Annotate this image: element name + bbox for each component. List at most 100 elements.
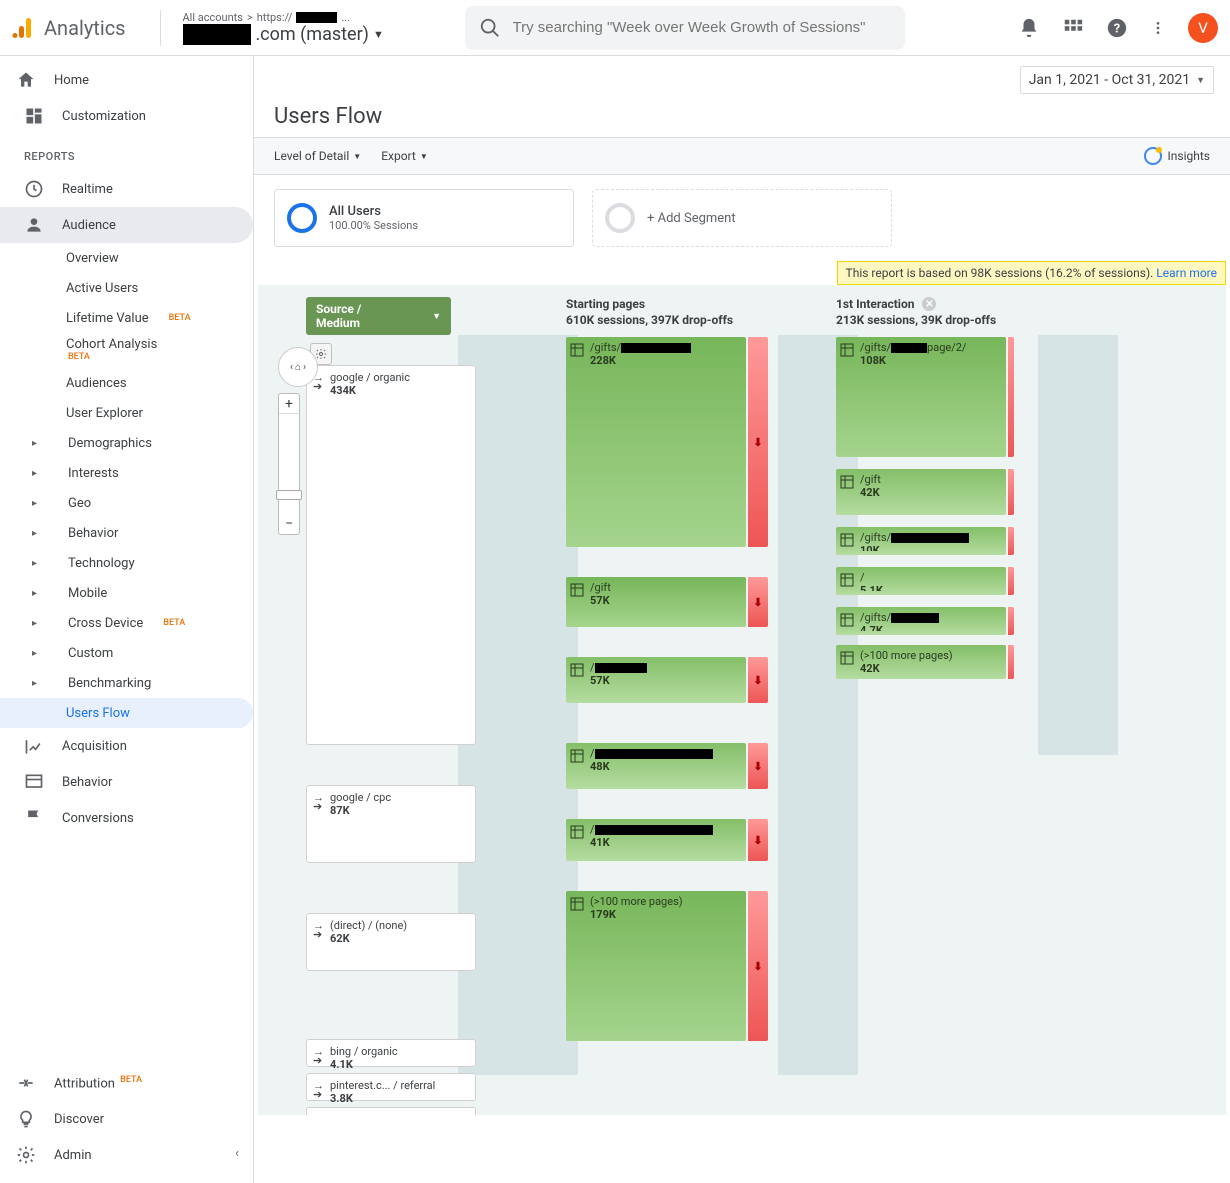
nav-admin[interactable]: Admin: [0, 1137, 253, 1173]
source-node[interactable]: →➔ (direct) / (none)62K: [306, 913, 476, 971]
page-icon: [570, 747, 584, 785]
chevron-down-icon: ▼: [432, 311, 441, 322]
toolbar: Level of Detail▼ Export▼ Insights: [254, 137, 1230, 175]
source-node[interactable]: →➔ bing / organic4.1K: [306, 1039, 476, 1067]
page-icon: [840, 341, 854, 453]
nav-behavior[interactable]: ▸ Behavior: [0, 764, 253, 800]
redacted-text: [595, 825, 713, 835]
page-node[interactable]: /5.1K: [836, 567, 1006, 595]
page-title: Users Flow: [254, 104, 1230, 137]
page-node[interactable]: (>100 more pages)42K: [836, 645, 1006, 679]
nav-benchmarking[interactable]: ▸Benchmarking: [0, 668, 253, 698]
flow-arrows-icon: →➔: [313, 1113, 324, 1115]
redacted-text: [891, 533, 969, 543]
nav-lifetime-value[interactable]: Lifetime ValueBETA: [0, 303, 253, 333]
page-node[interactable]: /gifts/4.7K: [836, 607, 1006, 635]
reports-section-label: REPORTS: [0, 134, 253, 171]
nav-conversions[interactable]: ▸ Conversions: [0, 800, 253, 836]
dimension-selector[interactable]: Source / Medium ▼: [306, 297, 451, 335]
search-input[interactable]: [513, 19, 891, 36]
page-node[interactable]: /gift42K: [836, 469, 1006, 515]
nav-interests[interactable]: ▸Interests: [0, 458, 253, 488]
page-node[interactable]: /gifts/228K ⬇: [566, 337, 746, 547]
chevron-right-icon: ▸: [32, 618, 42, 629]
nav-overview[interactable]: Overview: [0, 243, 253, 273]
nav-customization[interactable]: ▸ Customization: [0, 98, 253, 134]
nav-geo[interactable]: ▸Geo: [0, 488, 253, 518]
nav-users-flow[interactable]: Users Flow: [0, 698, 253, 728]
source-node[interactable]: →➔ 18K: [306, 1107, 476, 1115]
page-icon: [570, 823, 584, 857]
page-icon: [570, 661, 584, 699]
nav-audiences[interactable]: Audiences: [0, 368, 253, 398]
page-node[interactable]: /57K ⬇: [566, 657, 746, 703]
nav-technology[interactable]: ▸Technology: [0, 548, 253, 578]
segment-all-users[interactable]: All Users 100.00% Sessions: [274, 189, 574, 247]
segment-row: All Users 100.00% Sessions + Add Segment: [254, 175, 1230, 261]
chevron-down-icon: ▼: [420, 152, 428, 161]
nav-cohort[interactable]: Cohort AnalysisBETA: [0, 333, 253, 368]
user-avatar[interactable]: V: [1188, 13, 1218, 43]
nav-behavior-sub[interactable]: ▸Behavior: [0, 518, 253, 548]
chevron-right-icon: ▸: [32, 528, 42, 539]
insights-button[interactable]: Insights: [1144, 147, 1210, 165]
page-node[interactable]: /41K ⬇: [566, 819, 746, 861]
flow-arrows-icon: →➔: [313, 1045, 324, 1065]
nav-cross-device[interactable]: ▸Cross DeviceBETA: [0, 608, 253, 638]
add-segment-button[interactable]: + Add Segment: [592, 189, 892, 247]
learn-more-link[interactable]: Learn more: [1156, 266, 1217, 280]
nav-mobile[interactable]: ▸Mobile: [0, 578, 253, 608]
zoom-out-button[interactable]: −: [279, 514, 299, 534]
home-button[interactable]: ‹⌂›: [278, 347, 318, 387]
column-subtitle: 610K sessions, 397K drop-offs: [566, 313, 746, 327]
nav-audience[interactable]: ▾ Audience: [0, 207, 253, 243]
level-of-detail-dropdown[interactable]: Level of Detail▼: [274, 149, 361, 163]
nav-active-users[interactable]: Active Users: [0, 273, 253, 303]
users-flow-chart[interactable]: ‹⌂› + − Source / Medium ▼: [258, 285, 1226, 1115]
sampling-notice: This report is based on 98K sessions (16…: [837, 261, 1226, 285]
dropoff-indicator: ⬇: [748, 819, 768, 861]
dropoff-indicator: [1008, 607, 1014, 635]
nav-custom[interactable]: ▸Custom: [0, 638, 253, 668]
source-node[interactable]: →➔ pinterest.c... / referral3.8K: [306, 1073, 476, 1101]
page-node[interactable]: (>100 more pages)179K ⬇: [566, 891, 746, 1041]
more-vert-icon[interactable]: [1150, 17, 1166, 39]
page-node[interactable]: /48K ⬇: [566, 743, 746, 789]
collapse-sidebar-icon[interactable]: ‹: [235, 1146, 239, 1161]
zoom-slider[interactable]: [279, 414, 299, 514]
close-column-icon[interactable]: ✕: [922, 297, 936, 311]
source-node[interactable]: →➔ google / organic434K: [306, 365, 476, 745]
dropoff-indicator: ⬇: [748, 577, 768, 627]
sidebar: Home ▸ Customization REPORTS ▸ Realtime …: [0, 56, 254, 1183]
page-node[interactable]: /gifts/page/2/108K: [836, 337, 1006, 457]
zoom-in-button[interactable]: +: [279, 394, 299, 414]
bell-icon[interactable]: [1018, 17, 1040, 39]
source-node[interactable]: →➔ google / cpc87K: [306, 785, 476, 863]
logo-section[interactable]: Analytics: [12, 16, 146, 40]
date-range-picker[interactable]: Jan 1, 2021 - Oct 31, 2021 ▼: [1020, 66, 1214, 94]
help-icon[interactable]: ?: [1106, 17, 1128, 39]
page-icon: [570, 581, 584, 623]
nav-discover[interactable]: Discover: [0, 1101, 253, 1137]
zoom-handle[interactable]: [276, 490, 302, 500]
page-icon: [840, 531, 854, 551]
apps-grid-icon[interactable]: [1062, 17, 1084, 39]
page-icon: [840, 611, 854, 631]
account-selector[interactable]: All accounts > https:// x ... x .com (ma…: [175, 7, 465, 49]
search-bar[interactable]: [465, 6, 905, 50]
nav-home[interactable]: Home: [0, 62, 253, 98]
chevron-right-icon: ▸: [32, 438, 42, 449]
page-node[interactable]: /gift57K ⬇: [566, 577, 746, 627]
page-node[interactable]: /gifts/10K: [836, 527, 1006, 555]
chevron-right-icon: ▸: [32, 678, 42, 689]
person-icon: [24, 215, 44, 235]
nav-demographics[interactable]: ▸Demographics: [0, 428, 253, 458]
redacted-text: x: [296, 12, 337, 23]
nav-realtime[interactable]: ▸ Realtime: [0, 171, 253, 207]
nav-acquisition[interactable]: ▸ Acquisition: [0, 728, 253, 764]
nav-attribution[interactable]: Attribution BETA: [0, 1065, 253, 1101]
page-icon: [840, 473, 854, 511]
export-dropdown[interactable]: Export▼: [381, 149, 428, 163]
chevron-right-icon: ▸: [32, 558, 42, 569]
nav-user-explorer[interactable]: User Explorer: [0, 398, 253, 428]
